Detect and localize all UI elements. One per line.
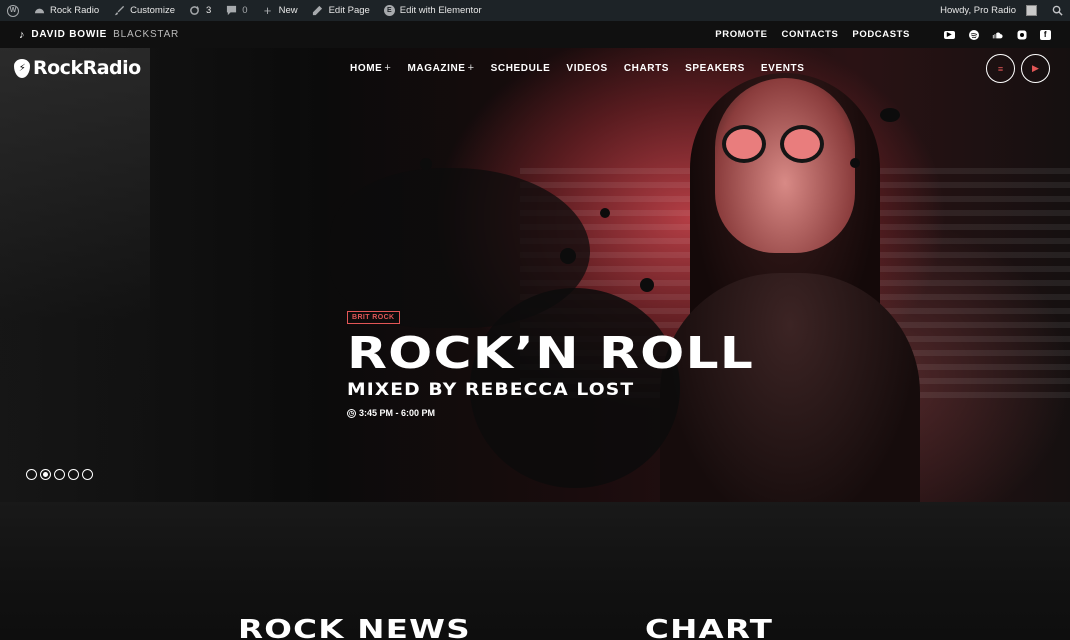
pick-logo-icon: ⚡ [14,58,30,78]
nav-item-charts[interactable]: CHARTS [624,63,669,74]
genre-tag[interactable]: BRIT ROCK [347,311,400,324]
nav-item-label: VIDEOS [566,62,608,74]
hero-image-person [660,73,920,502]
slider-dot[interactable] [68,469,79,480]
site-name-menu[interactable]: Rock Radio [26,0,106,21]
nav-item-magazine[interactable]: MAGAZINE + [407,62,474,74]
elementor-icon: E [383,5,395,16]
pencil-icon [312,5,324,17]
refresh-icon [189,5,201,17]
comments-count: 0 [242,5,248,16]
nav-item-home[interactable]: HOME + [350,62,391,74]
hero-slider: BRIT ROCK ROCK’N ROLL MIXED BY REBECCA L… [0,48,1070,502]
show-time-text: 3:45 PM - 6:00 PM [359,408,436,418]
account-menu[interactable]: Howdy, Pro Radio [933,0,1044,21]
hamburger-icon: ≡ [997,63,1004,74]
slider-dot-active[interactable] [40,469,51,480]
hero-background-tree [0,48,150,502]
hero-title[interactable]: ROCK’N ROLL [347,330,754,378]
nav-item-label: CHARTS [623,62,670,74]
updates-link[interactable]: 3 [182,0,218,21]
edit-elementor-link[interactable]: E Edit with Elementor [377,0,489,21]
nav-item-label: SCHEDULE [490,62,551,74]
music-note-icon: ♪ [19,28,26,41]
top-bar: ♪ DAVID BOWIE BLACKSTAR PROMOTE CONTACTS… [0,21,1070,48]
edit-elementor-label: Edit with Elementor [399,5,482,16]
slider-dot[interactable] [54,469,65,480]
play-icon: ▶ [1032,63,1039,73]
logo-text: RockRadio [33,57,141,79]
now-playing-track: BLACKSTAR [113,29,180,40]
howdy-label: Howdy, Pro Radio [940,5,1016,16]
podcasts-link[interactable]: PODCASTS [852,29,910,40]
promote-link[interactable]: PROMOTE [715,29,767,40]
nav-item-label: SPEAKERS [685,62,745,74]
wp-admin-bar: W Rock Radio Customize 3 0 + New Edit Pa… [0,0,1070,21]
wordpress-icon: W [7,4,19,17]
instagram-icon[interactable] [1016,30,1027,40]
show-time: ◷ 3:45 PM - 6:00 PM [347,408,692,418]
customize-label: Customize [130,5,175,16]
site-logo[interactable]: ⚡ RockRadio [14,57,141,79]
avatar [1026,5,1037,16]
brush-icon [113,5,125,17]
plus-icon: + [467,62,475,74]
now-playing-artist: DAVID BOWIE [31,29,108,40]
edit-page-label: Edit Page [328,5,370,16]
nav-item-label: MAGAZINE [407,62,466,74]
clock-icon: ◷ [347,408,356,418]
youtube-icon[interactable]: ▶ [944,30,955,39]
dashboard-icon [33,5,45,17]
plus-icon: + [384,62,392,74]
updates-count: 3 [205,5,212,16]
menu-button[interactable]: ≡ [986,54,1015,83]
nav-item-videos[interactable]: VIDEOS [566,63,607,74]
main-navigation: ⚡ RockRadio HOME + MAGAZINE + SCHEDULE VID… [0,48,1070,88]
nav-item-events[interactable]: EVENTS [761,63,805,74]
contacts-link[interactable]: CONTACTS [782,29,839,40]
nav-item-label: EVENTS [760,62,805,74]
nav-item-speakers[interactable]: SPEAKERS [685,63,745,74]
slider-dot[interactable] [26,469,37,480]
wp-logo-menu[interactable]: W [0,0,26,21]
new-label: New [278,5,298,16]
edit-page-link[interactable]: Edit Page [305,0,377,21]
nav-item-label: HOME [350,62,383,74]
comment-icon [225,5,237,17]
chart-title: CHART [645,615,774,640]
content-sections: ROCK NEWS CHART [0,502,1070,640]
facebook-icon[interactable]: f [1040,29,1051,40]
now-playing[interactable]: ♪ DAVID BOWIE BLACKSTAR [19,29,179,41]
site-name: Rock Radio [50,5,100,16]
search-icon [1051,5,1063,17]
search-button[interactable] [1044,0,1070,21]
hero-content: BRIT ROCK ROCK’N ROLL MIXED BY REBECCA L… [347,306,753,418]
new-content-link[interactable]: + New [255,0,305,21]
plus-icon: + [263,3,272,18]
slider-dot[interactable] [82,469,93,480]
spotify-icon[interactable] [968,29,979,40]
comments-link[interactable]: 0 [218,0,254,21]
soundcloud-icon[interactable] [992,30,1003,40]
play-button[interactable]: ▶ [1021,54,1050,83]
slider-pagination [26,469,93,480]
rock-news-title: ROCK NEWS [238,615,471,640]
customize-link[interactable]: Customize [106,0,182,21]
hero-subtitle: MIXED BY REBECCA LOST [347,380,635,400]
nav-item-schedule[interactable]: SCHEDULE [491,63,551,74]
